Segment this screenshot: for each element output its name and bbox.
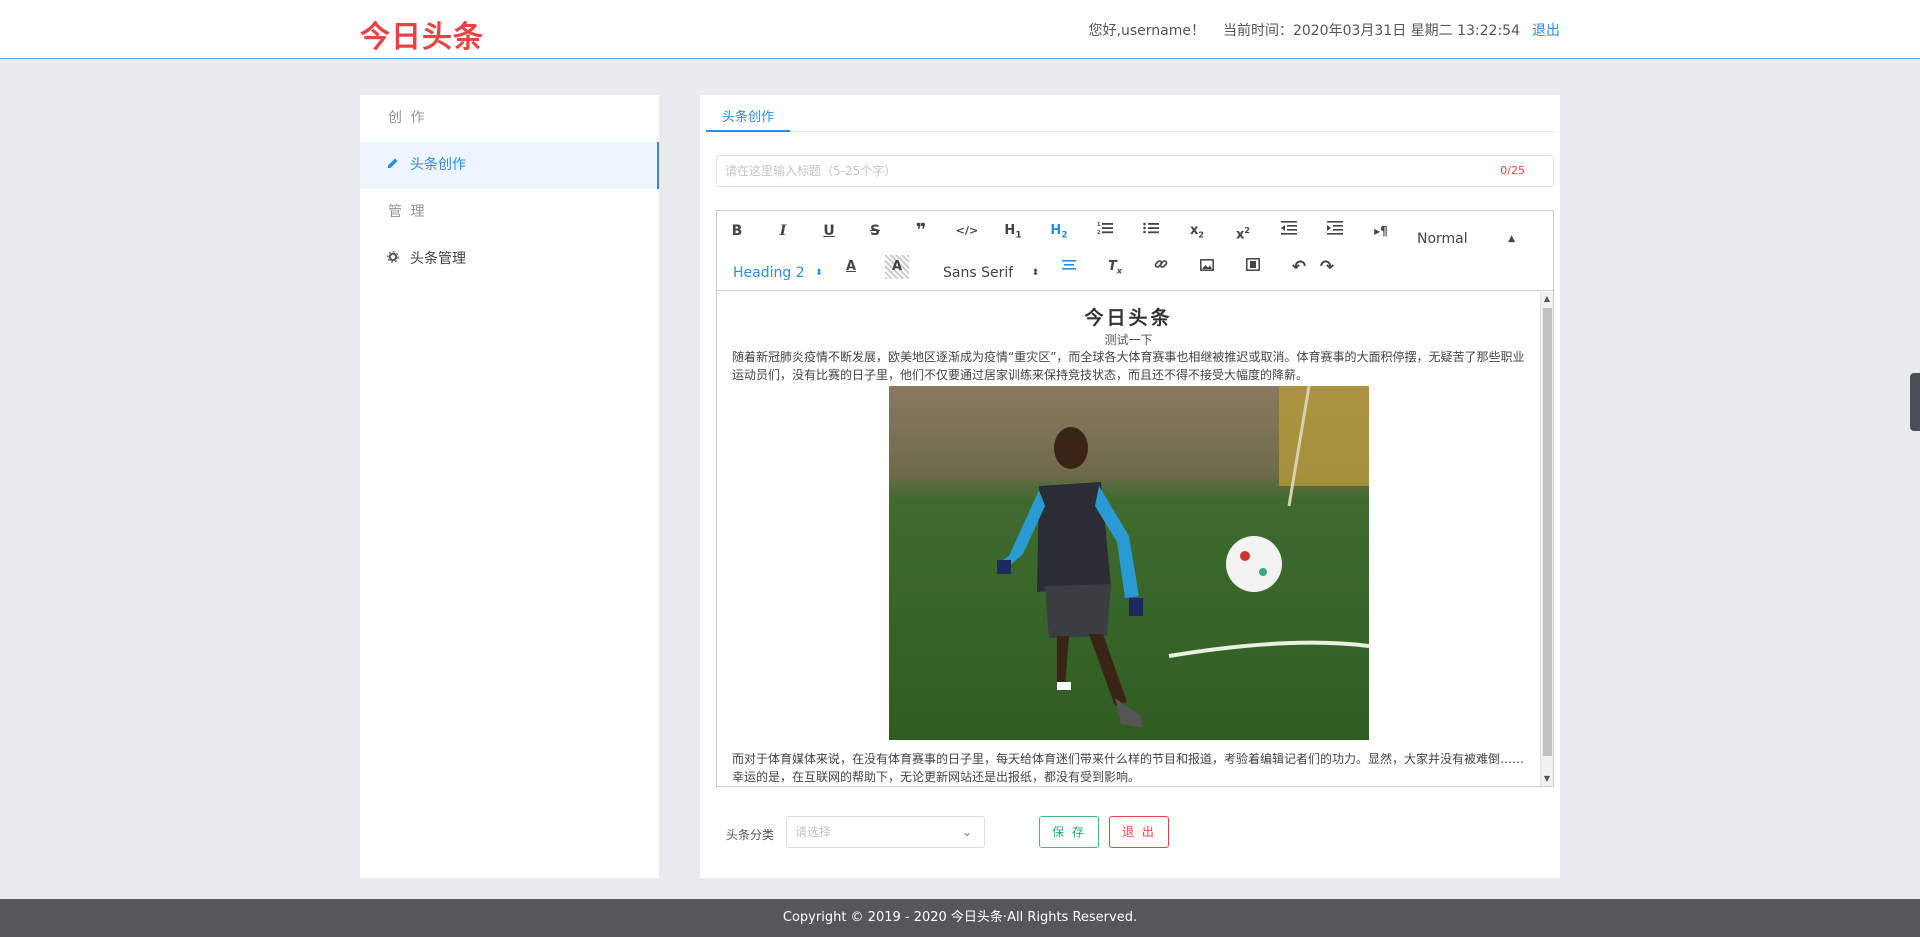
- side-panel-handle[interactable]: [1910, 373, 1920, 431]
- blockquote-icon[interactable]: ❞: [909, 219, 933, 243]
- tab-bar: 头条创作: [706, 107, 1554, 132]
- sidebar-item-manage-articles[interactable]: 头条管理: [360, 236, 659, 283]
- article-photo: [888, 386, 1369, 740]
- ordered-list-icon[interactable]: 12: [1093, 219, 1117, 243]
- category-label: 头条分类: [726, 828, 775, 842]
- undo-icon[interactable]: ↶: [1287, 255, 1311, 279]
- link-icon[interactable]: [1149, 255, 1173, 279]
- sidebar-section-create: 创 作: [388, 110, 427, 126]
- underline-icon[interactable]: U: [817, 219, 841, 243]
- tab-create-article[interactable]: 头条创作: [706, 107, 791, 132]
- heading-select[interactable]: Heading 2 ⬍: [733, 265, 823, 281]
- content-subtitle: 测试一下: [1104, 333, 1153, 347]
- content-paragraph: 而对于体育媒体来说，在没有体育赛事的日子里，每天给体育迷们带来什么样的节目和报道…: [732, 752, 1525, 766]
- time-value: 2020年03月31日 星期二 13:22:54: [1292, 23, 1520, 39]
- bullet-list-icon[interactable]: [1139, 219, 1163, 243]
- editor-scrollbar[interactable]: ▲ ▼: [1540, 292, 1553, 786]
- category-placeholder: 请选择: [795, 825, 832, 839]
- svg-text:1: 1: [1097, 222, 1101, 228]
- background-color-icon[interactable]: A: [885, 255, 909, 279]
- sidebar: 创 作 头条创作 管 理 头条管理: [360, 95, 659, 878]
- redo-icon[interactable]: ↷: [1315, 255, 1339, 279]
- chevron-down-icon: ⌄: [961, 825, 972, 839]
- strikethrough-icon[interactable]: S: [863, 219, 887, 243]
- title-field-wrapper: 0/25: [716, 155, 1554, 187]
- video-icon[interactable]: [1241, 255, 1265, 279]
- editor-toolbar: B I U S ❞ </> H1 H2 12 x2 x2 ▸¶ Normal ▲…: [717, 211, 1553, 291]
- pencil-icon: [386, 142, 400, 189]
- editor-content[interactable]: 今日头条 测试一下 随着新冠肺炎疫情不断发展，欧美地区逐渐成为疫情“重灾区”，而…: [717, 292, 1540, 786]
- category-select[interactable]: 请选择 ⌄: [786, 816, 985, 848]
- save-button[interactable]: 保 存: [1039, 816, 1099, 848]
- header-size-select[interactable]: Normal ▲: [1417, 231, 1515, 247]
- scroll-up-icon[interactable]: ▲: [1541, 292, 1553, 306]
- align-center-icon[interactable]: [1057, 255, 1081, 279]
- heading2-icon[interactable]: H2: [1047, 219, 1071, 243]
- code-block-icon[interactable]: </>: [955, 219, 979, 243]
- scrollbar-thumb[interactable]: [1543, 308, 1552, 756]
- outdent-icon[interactable]: [1277, 219, 1301, 243]
- italic-icon[interactable]: I: [771, 219, 795, 243]
- user-info: 您好,username！ 当前时间： 2020年03月31日 星期二 13:22…: [1089, 20, 1561, 40]
- select-arrows-icon: ▲: [1508, 234, 1516, 244]
- clear-format-icon[interactable]: Tx: [1103, 255, 1127, 279]
- font-family-select[interactable]: Sans Serif ⬍: [943, 265, 1039, 281]
- sidebar-section-manage: 管 理: [388, 204, 427, 220]
- page-footer: Copyright © 2019 - 2020 今日头条·All Rights …: [0, 899, 1920, 937]
- exit-button[interactable]: 退 出: [1109, 816, 1169, 848]
- header-size-value: Normal: [1417, 231, 1468, 247]
- title-input[interactable]: [717, 156, 1553, 186]
- sidebar-item-label: 头条创作: [410, 157, 466, 173]
- sidebar-item-label: 头条管理: [410, 251, 466, 267]
- greeting-text: 您好,username！: [1088, 23, 1205, 39]
- logout-link[interactable]: 退出: [1532, 20, 1560, 40]
- heading1-icon[interactable]: H1: [1001, 219, 1025, 243]
- font-family-value: Sans Serif: [943, 265, 1014, 281]
- text-color-icon[interactable]: A: [839, 255, 863, 279]
- subscript-icon[interactable]: x2: [1185, 219, 1209, 243]
- text-direction-icon[interactable]: ▸¶: [1369, 219, 1393, 243]
- main-panel: 头条创作 0/25 B I U S ❞ </> H1 H2 12 x2 x2: [700, 95, 1560, 878]
- logo[interactable]: 今日头条: [360, 12, 484, 56]
- heading-select-value: Heading 2: [733, 265, 805, 281]
- title-char-counter: 0/25: [1500, 164, 1525, 177]
- top-header: 今日头条 您好,username！ 当前时间： 2020年03月31日 星期二 …: [0, 0, 1920, 59]
- superscript-icon[interactable]: x2: [1231, 219, 1255, 243]
- gear-icon: [386, 236, 400, 283]
- rich-text-editor: B I U S ❞ </> H1 H2 12 x2 x2 ▸¶ Normal ▲…: [716, 210, 1554, 787]
- content-paragraph: 幸运的是，在互联网的帮助下，无论更新网站还是出报纸，都没有受到影响。: [732, 770, 1141, 784]
- sidebar-item-create-article[interactable]: 头条创作: [360, 142, 659, 189]
- time-label: 当前时间：: [1222, 23, 1293, 39]
- select-arrows-icon: ⬍: [815, 268, 823, 278]
- content-paragraph: 随着新冠肺炎疫情不断发展，欧美地区逐渐成为疫情“重灾区”，而全球各大体育赛事也相…: [732, 350, 1525, 382]
- bold-icon[interactable]: B: [725, 219, 749, 243]
- content-title: 今日头条: [1084, 307, 1173, 329]
- image-icon[interactable]: [1195, 255, 1219, 279]
- select-arrows-icon: ⬍: [1031, 268, 1040, 278]
- scroll-down-icon[interactable]: ▼: [1541, 772, 1553, 786]
- svg-text:2: 2: [1097, 230, 1101, 235]
- indent-icon[interactable]: [1323, 219, 1347, 243]
